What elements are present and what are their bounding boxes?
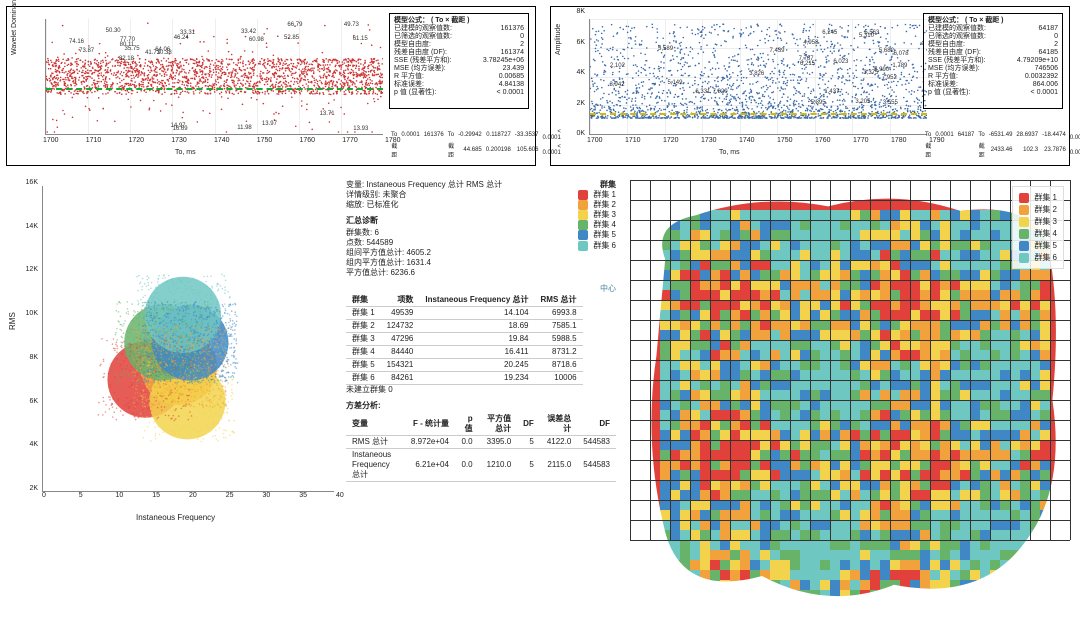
trend-line [46,88,383,90]
y-axis: 2K4K6K8K10K12K14K16K [6,186,40,492]
value: 0 [388,385,392,394]
value: 4605.2 [406,248,430,257]
plot-area: 5,6825,3105,3956,3315,9905,5637,8206,245… [589,19,927,135]
value: 1631.4 [406,258,430,267]
meta-block: 变量: Instaneous Frequency 总计 RMS 总计 详情级别:… [346,180,616,210]
legend-title: 群集 [578,180,616,190]
xlabel: To, ms [175,149,196,156]
value: 6236.6 [390,268,414,277]
scatter-wavelet: Wavelet Dominant Frequency 33.3141.7166.… [15,15,385,155]
label: 群集数: [346,228,372,237]
plot-area [42,186,334,492]
diagnostics-block: 汇总诊断 群集数: 6 点数: 544589 组间平方值总计: 4605.2 组… [346,216,616,278]
value: Instaneous Frequency 总计 RMS 总计 [366,180,502,189]
ylabel: RMS [8,312,17,330]
label: 未建立群集 [346,385,386,394]
coef-table: To0.0001161376To-0.299420.118727-33.3537… [389,129,529,159]
value: 544589 [366,238,393,247]
ylabel: Wavelet Dominant Frequency [11,0,18,55]
label: 组内平方值总计: [346,258,404,267]
label: 点数: [346,238,364,247]
anova-block: 方差分析: 变量F - 统计量p 值平方值总计DF误差总计DFRMS 总计8.9… [346,401,616,482]
plot-area: 33.3141.7166.7974.1646.2473.8780.1177.70… [45,19,383,135]
xlabel: To, ms [719,149,740,156]
label: 平方值总计: [346,268,388,277]
stats-title: 模型公式： ( To × 截距 ) [928,17,1058,25]
cluster-legend: 群集 群集 1 群集 2 群集 3 群集 4 群集 5 群集 6 [578,180,616,251]
y-axis: 0K2K4K6K8K [559,15,587,137]
anova-table: 变量F - 统计量p 值平方值总计DF误差总计DFRMS 总计8.972e+04… [346,413,616,482]
panel-clusters: 2K4K6K8K10K12K14K16K 0510152025303540 In… [6,180,618,540]
panel-amplitude: Amplitude 0K2K4K6K8K 5,6825,3105,3956,33… [550,6,1070,166]
cluster-side-panel: 变量: Instaneous Frequency 总计 RMS 总计 详情级别:… [346,180,616,520]
coef-table: To0.000164187To-6531.4928.6937-18.4474< … [923,129,1063,159]
stats-title: 模型公式： ( To × 截距 ) [394,17,524,25]
label: 变量: [346,180,364,189]
xlabel: Instaneous Frequency [136,513,215,522]
x-axis: 0510152025303540 [42,492,336,510]
heatmap-grid [630,180,1070,540]
scatter-amplitude: Amplitude 0K2K4K6K8K 5,6825,3105,3956,33… [559,15,929,155]
label: 缩放: [346,200,364,209]
stats-box: 模型公式： ( To × 截距 ) 已建模的观察值数:161376已筛选的观察值… [389,13,529,109]
scatter-clusters: 2K4K6K8K10K12K14K16K 0510152025303540 In… [6,180,336,520]
scatter-points [590,19,927,134]
heatmap-legend: 群集 1 群集 2 群集 3 群集 4 群集 5 群集 6 [1012,186,1064,269]
x-axis: 170017101720173017401750176017701780 [43,137,385,155]
heading: 汇总诊断 [346,216,616,226]
cluster-table-block: 中心 群集项数Instaneous Frequency 总计RMS 总计群集 1… [346,284,616,395]
x-axis: 1700171017201730174017501760177017801790 [587,137,929,155]
panel-heatmap: 群集 1 群集 2 群集 3 群集 4 群集 5 群集 6 [630,180,1070,540]
scatter-points [43,186,334,487]
cluster-table: 群集项数Instaneous Frequency 总计RMS 总计群集 1495… [346,294,583,385]
panel-wavelet-freq: Wavelet Dominant Frequency 33.3141.7166.… [6,6,536,166]
trend-line [590,113,927,115]
heading: 方差分析: [346,401,616,411]
label: 详情级别: [346,190,380,199]
heatmap-area [630,180,1070,540]
scatter-points [46,19,383,134]
stats-box: 模型公式： ( To × 截距 ) 已建模的观察值数:64187已筛选的观察值数… [923,13,1063,109]
value: 未聚合 [382,190,406,199]
value: 已标准化 [366,200,398,209]
value: 6 [374,228,378,237]
label: 组间平方值总计: [346,248,404,257]
subhead: 中心 [346,284,616,294]
